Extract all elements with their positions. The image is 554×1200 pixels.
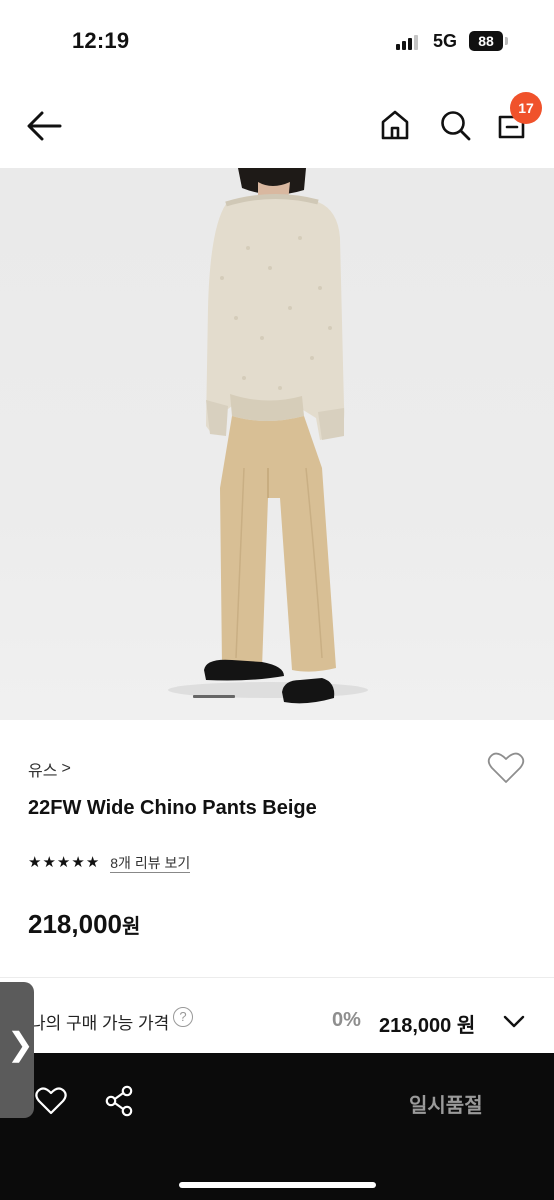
status-time: 12:19	[72, 28, 130, 53]
heart-icon[interactable]	[35, 1086, 67, 1116]
star-icon: ★	[56, 854, 71, 871]
price-value: 218,000	[28, 909, 122, 939]
bottom-action-bar: 일시품절	[0, 1053, 554, 1200]
signal-icon	[396, 35, 418, 50]
status-bar: 12:19 5G 88	[0, 0, 554, 84]
home-icon[interactable]	[378, 108, 412, 142]
product-image[interactable]	[0, 168, 554, 720]
divider	[0, 977, 554, 978]
discount-rate: 0%	[332, 1009, 361, 1031]
star-icon: ★	[85, 854, 100, 871]
buy-price-row[interactable]: 나의 구매 가능 가격 ? 0% 218,000 원	[0, 1000, 554, 1046]
chevron-right-icon: ❯	[7, 1026, 34, 1062]
buy-price-value: 218,000 원	[379, 1015, 476, 1037]
star-icon: ★	[28, 854, 42, 871]
rating-row: ★ ★ ★ ★ ★ 8개 리뷰 보기	[28, 853, 191, 873]
share-icon[interactable]	[104, 1085, 134, 1117]
price-unit: 원	[121, 916, 141, 938]
brand-name: 유스	[28, 763, 58, 780]
star-icon: ★	[71, 854, 85, 871]
carousel-indicator	[193, 695, 235, 698]
sold-out-button[interactable]: 일시품절	[409, 1089, 483, 1118]
product-photo	[168, 168, 368, 704]
review-link[interactable]: 8개 리뷰 보기	[110, 854, 191, 873]
brand-link[interactable]: 유스 >	[28, 757, 71, 781]
top-nav-bar	[0, 84, 554, 168]
side-drawer-handle[interactable]: ❯	[0, 982, 34, 1118]
star-icon: ★	[42, 854, 56, 871]
chevron-down-icon[interactable]	[502, 1012, 526, 1030]
battery-icon: 88	[469, 31, 503, 51]
home-indicator	[179, 1182, 376, 1188]
product-price: 218,000원	[28, 909, 140, 940]
help-icon[interactable]: ?	[173, 1007, 193, 1027]
buy-price-label: 나의 구매 가능 가격	[30, 1014, 170, 1033]
heart-icon[interactable]	[487, 751, 525, 785]
arrow-left-icon[interactable]	[24, 108, 64, 144]
battery-tip	[505, 37, 508, 45]
network-label: 5G	[433, 31, 458, 51]
product-title: 22FW Wide Chino Pants Beige	[28, 797, 317, 819]
search-icon[interactable]	[438, 108, 472, 142]
chevron-right-icon: >	[61, 760, 71, 777]
cart-count-badge: 17	[510, 92, 542, 124]
rating-stars: ★ ★ ★ ★ ★	[28, 853, 99, 873]
